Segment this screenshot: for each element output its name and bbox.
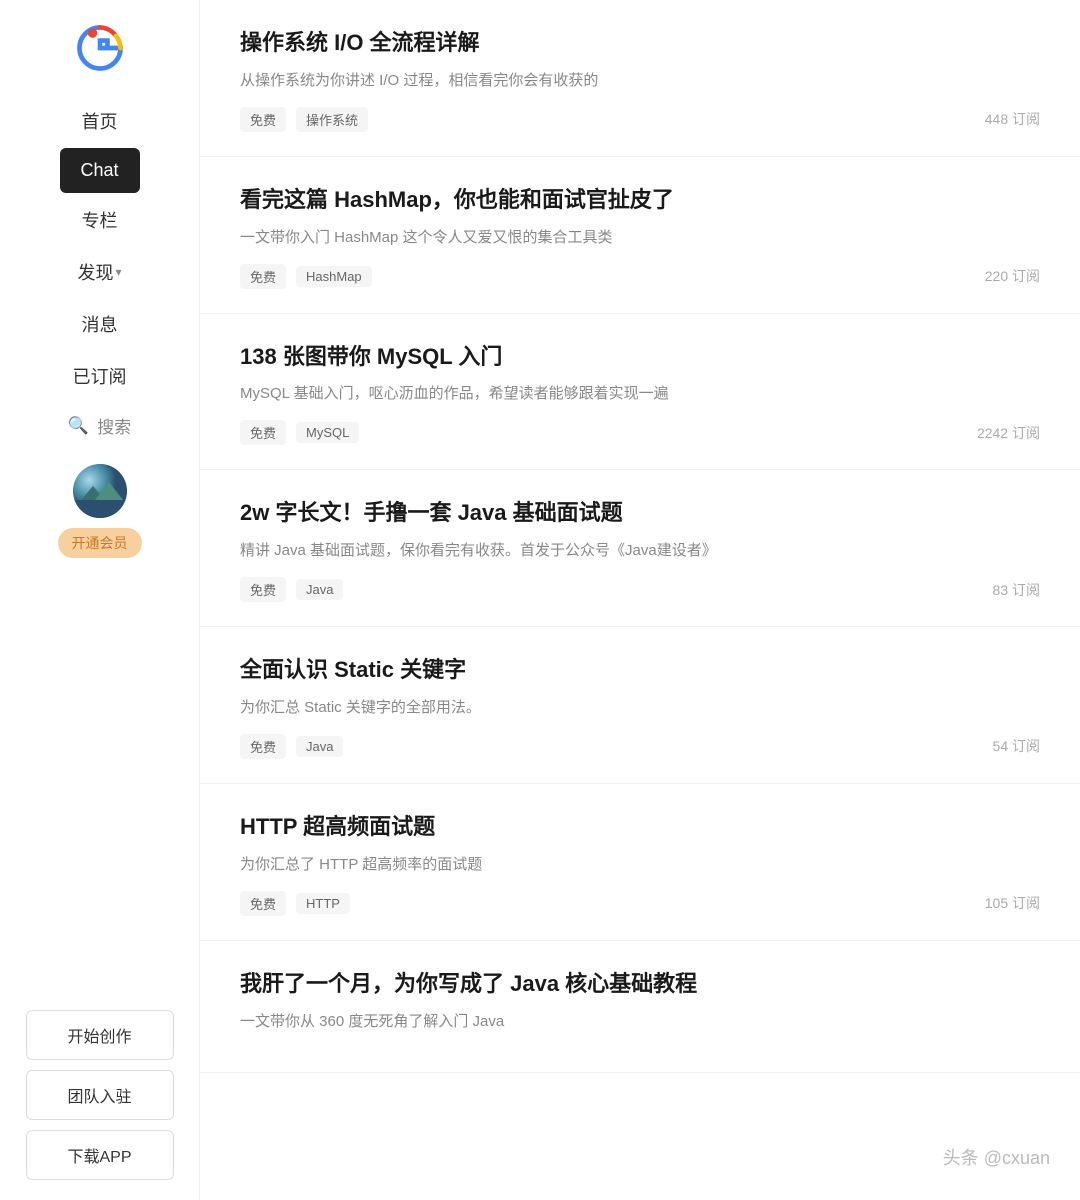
article-title: 2w 字长文！手撸一套 Java 基础面试题 <box>240 498 1040 529</box>
article-footer: 免费 Java 83 订阅 <box>240 577 1040 602</box>
article-footer: 免费 MySQL 2242 订阅 <box>240 420 1040 445</box>
sidebar-item-home[interactable]: 首页 <box>0 96 199 146</box>
subscribe-count: 448 订阅 <box>985 109 1040 129</box>
search-row[interactable]: 🔍 搜索 <box>0 403 199 448</box>
sidebar-item-subscribed[interactable]: 已订阅 <box>0 351 199 401</box>
subscribe-count: 83 订阅 <box>993 580 1040 600</box>
chevron-down-icon: ▾ <box>115 265 121 279</box>
create-button[interactable]: 开始创作 <box>26 1010 174 1060</box>
article-tag[interactable]: MySQL <box>296 422 359 443</box>
article-desc: MySQL 基础入门，呕心沥血的作品，希望读者能够跟着实现一遍 <box>240 382 1040 406</box>
article-title: HTTP 超高频面试题 <box>240 812 1040 843</box>
nav-home-wrapper: 首页 <box>0 96 199 146</box>
article-card[interactable]: 操作系统 I/O 全流程详解从操作系统为你讲述 I/O 过程，相信看完你会有收获… <box>200 0 1080 157</box>
article-footer: 免费 HTTP 105 订阅 <box>240 891 1040 916</box>
article-tag[interactable]: 免费 <box>240 891 286 916</box>
sidebar: 首页 Chat 专栏 发现 ▾ 消息 已订阅 🔍 搜索 <box>0 0 200 1200</box>
sidebar-item-discover[interactable]: 发现 ▾ <box>0 247 199 297</box>
article-tag[interactable]: 免费 <box>240 264 286 289</box>
article-desc: 一文带你入门 HashMap 这个令人又爱又恨的集合工具类 <box>240 226 1040 250</box>
subscribe-count: 105 订阅 <box>985 893 1040 913</box>
article-title: 138 张图带你 MySQL 入门 <box>240 342 1040 373</box>
nav-column-wrapper: 专栏 <box>0 195 199 245</box>
article-card[interactable]: 我肝了一个月，为你写成了 Java 核心基础教程一文带你从 360 度无死角了解… <box>200 941 1080 1073</box>
subscribe-count: 220 订阅 <box>985 266 1040 286</box>
article-tags: 免费 HashMap <box>240 264 372 289</box>
article-tag[interactable]: 免费 <box>240 734 286 759</box>
article-desc: 为你汇总 Static 关键字的全部用法。 <box>240 696 1040 720</box>
main-content: 操作系统 I/O 全流程详解从操作系统为你讲述 I/O 过程，相信看完你会有收获… <box>200 0 1080 1200</box>
nav-subscribed-wrapper: 已订阅 <box>0 351 199 401</box>
article-card[interactable]: 138 张图带你 MySQL 入门 MySQL 基础入门，呕心沥血的作品，希望读者… <box>200 314 1080 471</box>
article-footer: 免费操作系统 448 订阅 <box>240 107 1040 132</box>
article-tag[interactable]: 操作系统 <box>296 107 368 132</box>
article-title: 我肝了一个月，为你写成了 Java 核心基础教程 <box>240 969 1040 1000</box>
subscribe-count: 54 订阅 <box>993 736 1040 756</box>
article-title: 操作系统 I/O 全流程详解 <box>240 28 1040 59</box>
article-desc: 为你汇总了 HTTP 超高频率的面试题 <box>240 853 1040 877</box>
search-label: 搜索 <box>97 413 131 438</box>
article-tag[interactable]: 免费 <box>240 577 286 602</box>
vip-button[interactable]: 开通会员 <box>58 528 142 558</box>
nav-discover-wrapper: 发现 ▾ <box>0 247 199 297</box>
logo[interactable] <box>72 20 128 76</box>
article-footer: 免费 Java 54 订阅 <box>240 734 1040 759</box>
nav-chat-wrapper: Chat <box>0 148 199 193</box>
article-card[interactable]: 2w 字长文！手撸一套 Java 基础面试题精讲 Java 基础面试题，保你看完… <box>200 470 1080 627</box>
sidebar-item-messages[interactable]: 消息 <box>0 299 199 349</box>
article-list: 操作系统 I/O 全流程详解从操作系统为你讲述 I/O 过程，相信看完你会有收获… <box>200 0 1080 1073</box>
subscribe-count: 2242 订阅 <box>977 423 1040 443</box>
article-card[interactable]: HTTP 超高频面试题为你汇总了 HTTP 超高频率的面试题免费 HTTP 105 … <box>200 784 1080 941</box>
article-desc: 精讲 Java 基础面试题，保你看完有收获。首发于公众号《Java建设者》 <box>240 539 1040 563</box>
sidebar-item-chat[interactable]: Chat <box>60 148 140 193</box>
article-tag[interactable]: 免费 <box>240 420 286 445</box>
article-title: 全面认识 Static 关键字 <box>240 655 1040 686</box>
article-card[interactable]: 全面认识 Static 关键字为你汇总 Static 关键字的全部用法。免费 Ja… <box>200 627 1080 784</box>
article-tag[interactable]: HTTP <box>296 893 350 914</box>
article-tags: 免费 HTTP <box>240 891 350 916</box>
article-tags: 免费 Java <box>240 734 343 759</box>
article-footer: 免费 HashMap 220 订阅 <box>240 264 1040 289</box>
article-tags: 免费 MySQL <box>240 420 359 445</box>
nav-messages-wrapper: 消息 <box>0 299 199 349</box>
article-tag[interactable]: Java <box>296 736 343 757</box>
sidebar-item-column[interactable]: 专栏 <box>0 195 199 245</box>
app-button[interactable]: 下载APP <box>26 1130 174 1180</box>
article-tag[interactable]: Java <box>296 579 343 600</box>
search-icon: 🔍 <box>68 416 89 436</box>
article-tag[interactable]: 免费 <box>240 107 286 132</box>
article-tags: 免费 Java <box>240 577 343 602</box>
team-button[interactable]: 团队入驻 <box>26 1070 174 1120</box>
avatar-wrapper: 开通会员 <box>58 464 142 558</box>
avatar[interactable] <box>73 464 127 518</box>
article-tag[interactable]: HashMap <box>296 266 372 287</box>
action-buttons: 开始创作 团队入驻 下载APP <box>0 1010 199 1180</box>
article-desc: 从操作系统为你讲述 I/O 过程，相信看完你会有收获的 <box>240 69 1040 93</box>
article-tags: 免费操作系统 <box>240 107 368 132</box>
article-title: 看完这篇 HashMap，你也能和面试官扯皮了 <box>240 185 1040 216</box>
article-card[interactable]: 看完这篇 HashMap，你也能和面试官扯皮了一文带你入门 HashMap 这个… <box>200 157 1080 314</box>
article-desc: 一文带你从 360 度无死角了解入门 Java <box>240 1010 1040 1034</box>
watermark: 头条 @cxuan <box>943 1144 1050 1170</box>
